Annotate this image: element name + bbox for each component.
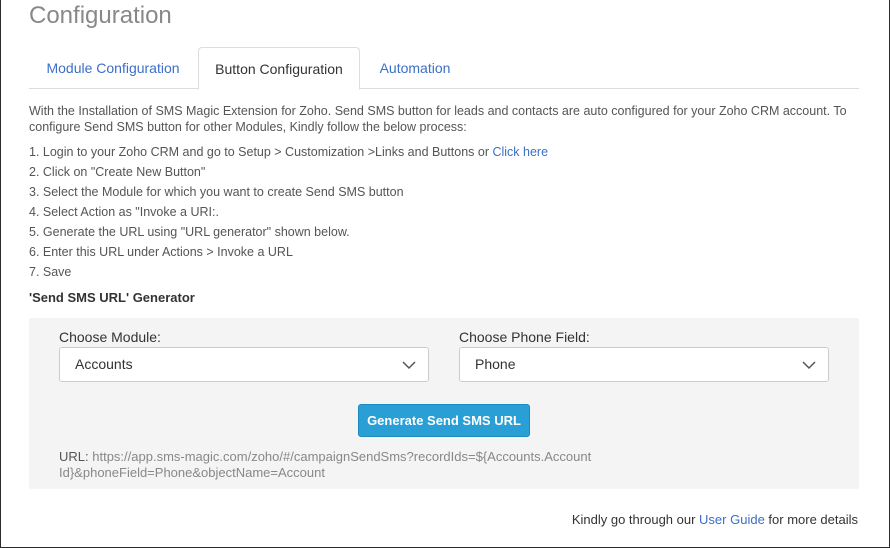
generate-sms-url-button[interactable]: Generate Send SMS URL — [358, 404, 530, 437]
url-label: URL: — [59, 449, 89, 464]
app-frame: Configuration Module Configuration Butto… — [0, 0, 890, 548]
footer-suffix: for more details — [764, 512, 858, 527]
page-title: Configuration — [29, 2, 172, 29]
tab-button-configuration[interactable]: Button Configuration — [198, 47, 360, 90]
tab-automation[interactable]: Automation — [361, 47, 469, 89]
url-output: URL: https://app.sms-magic.com/zoho/#/ca… — [59, 449, 639, 481]
step-7: 7. Save — [29, 265, 72, 279]
step-6: 6. Enter this URL under Actions > Invoke… — [29, 245, 293, 259]
steps-list: 1. Login to your Zoho CRM and go to Setu… — [29, 143, 864, 283]
module-select[interactable]: Accounts — [59, 347, 429, 382]
chevron-down-icon — [802, 361, 816, 370]
tab-module-configuration[interactable]: Module Configuration — [29, 47, 197, 89]
tab-bar: Module Configuration Button Configuratio… — [29, 47, 859, 90]
intro-text: With the Installation of SMS Magic Exten… — [29, 104, 847, 134]
generator-panel: Choose Module: Accounts Choose Phone Fie… — [29, 318, 859, 489]
user-guide-link[interactable]: User Guide — [699, 512, 765, 527]
step-4: 4. Select Action as "Invoke a URI:. — [29, 205, 219, 219]
module-label: Choose Module: — [59, 329, 161, 345]
step-1-text: 1. Login to your Zoho CRM and go to Setu… — [29, 145, 493, 159]
step-2: 2. Click on "Create New Button" — [29, 165, 206, 179]
generator-title: 'Send SMS URL' Generator — [29, 290, 195, 305]
url-value: https://app.sms-magic.com/zoho/#/campaig… — [59, 449, 592, 480]
step-1: 1. Login to your Zoho CRM and go to Setu… — [29, 143, 864, 163]
module-select-value: Accounts — [75, 356, 133, 372]
chevron-down-icon — [402, 361, 416, 370]
phone-field-label: Choose Phone Field: — [459, 329, 590, 345]
step-3: 3. Select the Module for which you want … — [29, 185, 404, 199]
phone-field-select-value: Phone — [475, 356, 516, 372]
footer-prefix: Kindly go through our — [571, 512, 700, 527]
click-here-link[interactable]: Click here — [492, 145, 548, 159]
step-5: 5. Generate the URL using "URL generator… — [29, 225, 350, 239]
phone-field-select[interactable]: Phone — [459, 347, 829, 382]
footer-note: Kindly go through our User Guide for mor… — [572, 512, 858, 527]
